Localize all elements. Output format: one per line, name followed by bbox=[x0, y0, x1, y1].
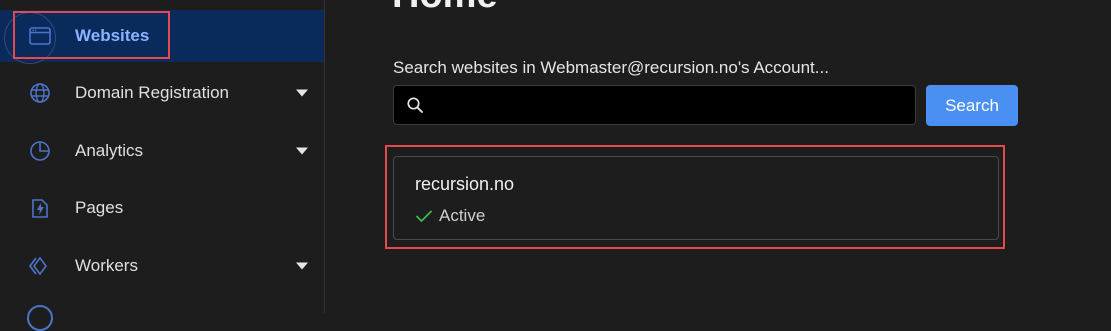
sidebar-item-label: Domain Registration bbox=[75, 83, 230, 102]
search-input[interactable] bbox=[434, 86, 913, 126]
search-box[interactable] bbox=[393, 85, 916, 126]
sidebar-item-domain-registration[interactable]: Domain Registration bbox=[0, 68, 324, 118]
sidebar-item-pages[interactable]: Pages bbox=[0, 183, 324, 233]
search-button[interactable]: Search bbox=[926, 85, 1018, 126]
globe-icon bbox=[28, 81, 52, 105]
sidebar-item-analytics[interactable]: Analytics bbox=[0, 126, 324, 176]
partial-nav-icon bbox=[27, 305, 53, 331]
workers-diamond-icon bbox=[28, 254, 52, 278]
site-status-label: Active bbox=[439, 206, 486, 225]
chevron-down-icon[interactable] bbox=[296, 89, 308, 97]
sidebar-item-label: Websites bbox=[75, 26, 150, 45]
site-status: Active bbox=[415, 206, 485, 226]
lightning-page-icon bbox=[28, 196, 52, 220]
main-content: Home Search websites in Webmaster@recurs… bbox=[325, 0, 1111, 313]
chevron-down-icon[interactable] bbox=[296, 262, 308, 270]
search-label: Search websites in Webmaster@recursion.n… bbox=[393, 58, 829, 77]
sidebar-item-label: Workers bbox=[75, 256, 138, 275]
sidebar-item-workers[interactable]: Workers bbox=[0, 241, 324, 291]
chevron-down-icon[interactable] bbox=[296, 147, 308, 155]
page-title: Home bbox=[392, 0, 498, 17]
pie-chart-icon bbox=[28, 139, 52, 163]
sidebar-item-label: Analytics bbox=[75, 141, 144, 160]
site-name[interactable]: recursion.no bbox=[415, 174, 514, 195]
check-icon bbox=[415, 210, 433, 223]
sidebar-item-label: Pages bbox=[75, 198, 124, 217]
search-icon bbox=[406, 96, 424, 114]
active-indicator bbox=[4, 12, 56, 64]
sidebar: Websites Domain Registration Analytics P… bbox=[0, 0, 325, 331]
site-card[interactable]: recursion.no Active bbox=[393, 156, 999, 240]
